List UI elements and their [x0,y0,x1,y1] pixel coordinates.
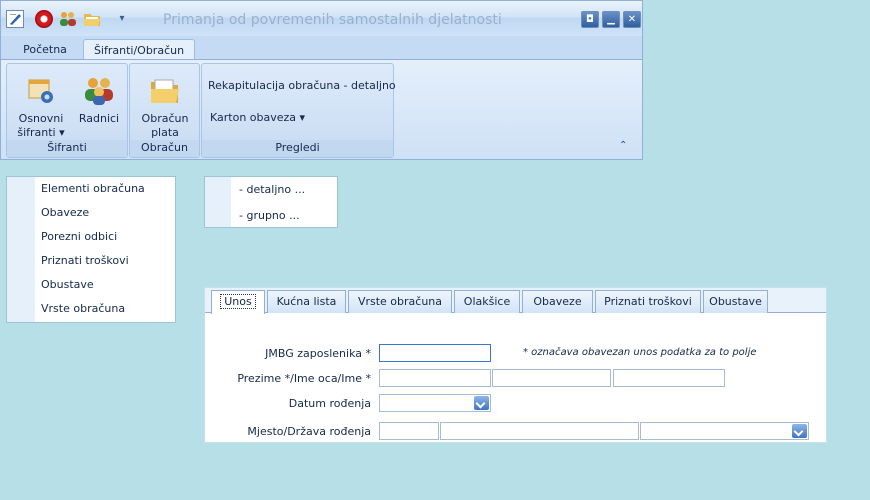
first-name-input[interactable] [613,369,725,387]
radnici-button[interactable]: Radnici [73,76,125,126]
tab-priznati-troskovi[interactable]: Priznati troškovi [595,290,701,313]
restore-button[interactable]: ◘ [581,11,599,28]
settings-window-icon [11,76,71,110]
osnovni-sifranti-label-2: šifranti ▾ [17,126,65,139]
birth-date-picker[interactable] [379,394,491,412]
tab-unos-label: Unos [220,294,256,309]
window-title: Primanja od povremenih samostalnih djela… [163,12,502,28]
birth-date-label: Datum rođenja [288,397,371,410]
menu-item-elementi-obracuna[interactable]: Elementi obračuna [7,177,175,201]
users-icon[interactable] [59,10,77,28]
menu-item-obaveze[interactable]: Obaveze [7,201,175,225]
minimize-button[interactable]: ▁ [602,11,620,28]
left-menu-panel: Elementi obračuna Obaveze Porezni odbici… [6,176,176,323]
surname-input[interactable] [379,369,491,387]
tab-obaveze[interactable]: Obaveze [522,290,593,313]
jmbg-label: JMBG zaposlenika * [265,347,371,360]
menu-item-porezni-odbici[interactable]: Porezni odbici [7,225,175,249]
form-tabstrip: Unos Kućna lista Vrste obračuna Olakšice… [205,288,826,314]
window-title-bar: ▾ Primanja od povremenih samostalnih dje… [0,0,643,36]
opera-icon[interactable] [35,10,53,28]
submenu-item-grupno[interactable]: - grupno ... [205,203,337,229]
birth-country-select[interactable] [640,422,809,440]
tab-olaksice[interactable]: Olakšice [454,290,520,313]
father-name-input[interactable] [492,369,611,387]
employee-form: Unos Kućna lista Vrste obračuna Olakšice… [204,287,827,443]
osnovni-sifranti-label-1: Osnovni [18,112,64,125]
ribbon-group-sifranti: Osnovni šifranti ▾ Radnici Šifranti [6,63,128,158]
menu-item-priznati-troskovi[interactable]: Priznati troškovi [7,249,175,273]
tab-vrste-obracuna[interactable]: Vrste obračuna [348,290,452,313]
birth-place-label: Mjesto/Država rođenja [247,425,371,438]
rekapitulacija-detaljno-button[interactable]: Rekapitulacija obračuna - detaljno [208,79,396,92]
menu-item-vrste-obracuna[interactable]: Vrste obračuna [7,297,175,321]
obracun-plata-label-1: Obračun [141,112,189,125]
app-notepad-icon[interactable] [6,10,24,28]
ribbon-collapse-button[interactable]: ⌃ [619,140,627,151]
quick-access-dropdown[interactable]: ▾ [113,10,131,28]
tab-sifranti-obracun[interactable]: Šifranti/Obračun [83,39,195,60]
pregledi-submenu-panel: - detaljno ... - grupno ... [204,176,338,228]
tab-kucna-lista[interactable]: Kućna lista [267,290,346,313]
tab-unos[interactable]: Unos [211,290,265,314]
ribbon-tab-bar: Početna Šifranti/Obračun [0,36,643,60]
ribbon-group-pregledi: Rekapitulacija obračuna - detaljno Karto… [201,63,396,158]
ribbon-group-label-pregledi: Pregledi [202,140,393,157]
jmbg-input[interactable] [379,344,491,362]
menu-item-obustave[interactable]: Obustave [7,273,175,297]
radnici-label: Radnici [78,112,120,125]
osnovni-sifranti-button[interactable]: Osnovni šifranti ▾ [11,76,71,140]
ribbon-group-label-obracun: Obračun [130,140,199,157]
birth-place-code-input[interactable] [379,422,439,440]
chevron-down-icon[interactable] [474,396,489,410]
karton-obaveza-button[interactable]: Karton obaveza ▾ [210,111,305,124]
ribbon-panel: Osnovni šifranti ▾ Radnici Šifranti Obra… [0,59,643,160]
name-label: Prezime */Ime oca/Ime * [237,372,371,385]
users-icon [73,76,125,110]
submenu-item-detaljno[interactable]: - detaljno ... [205,177,337,203]
required-fields-note: * označava obavezan unos podatka za to p… [523,347,757,358]
close-button[interactable]: ✕ [623,11,641,28]
chevron-down-icon[interactable] [792,424,807,438]
obracun-plata-button[interactable]: Obračun plata [134,76,196,140]
folder-open-icon [134,76,196,110]
tab-pocetna[interactable]: Početna [13,39,77,60]
birth-place-input[interactable] [440,422,639,440]
ribbon-group-label-sifranti: Šifranti [7,140,127,157]
folder-icon[interactable] [83,10,101,28]
obracun-plata-label-2: plata [151,126,179,139]
ribbon-group-obracun: Obračun plata Obračun [129,63,200,158]
tab-obustave[interactable]: Obustave [703,290,768,313]
